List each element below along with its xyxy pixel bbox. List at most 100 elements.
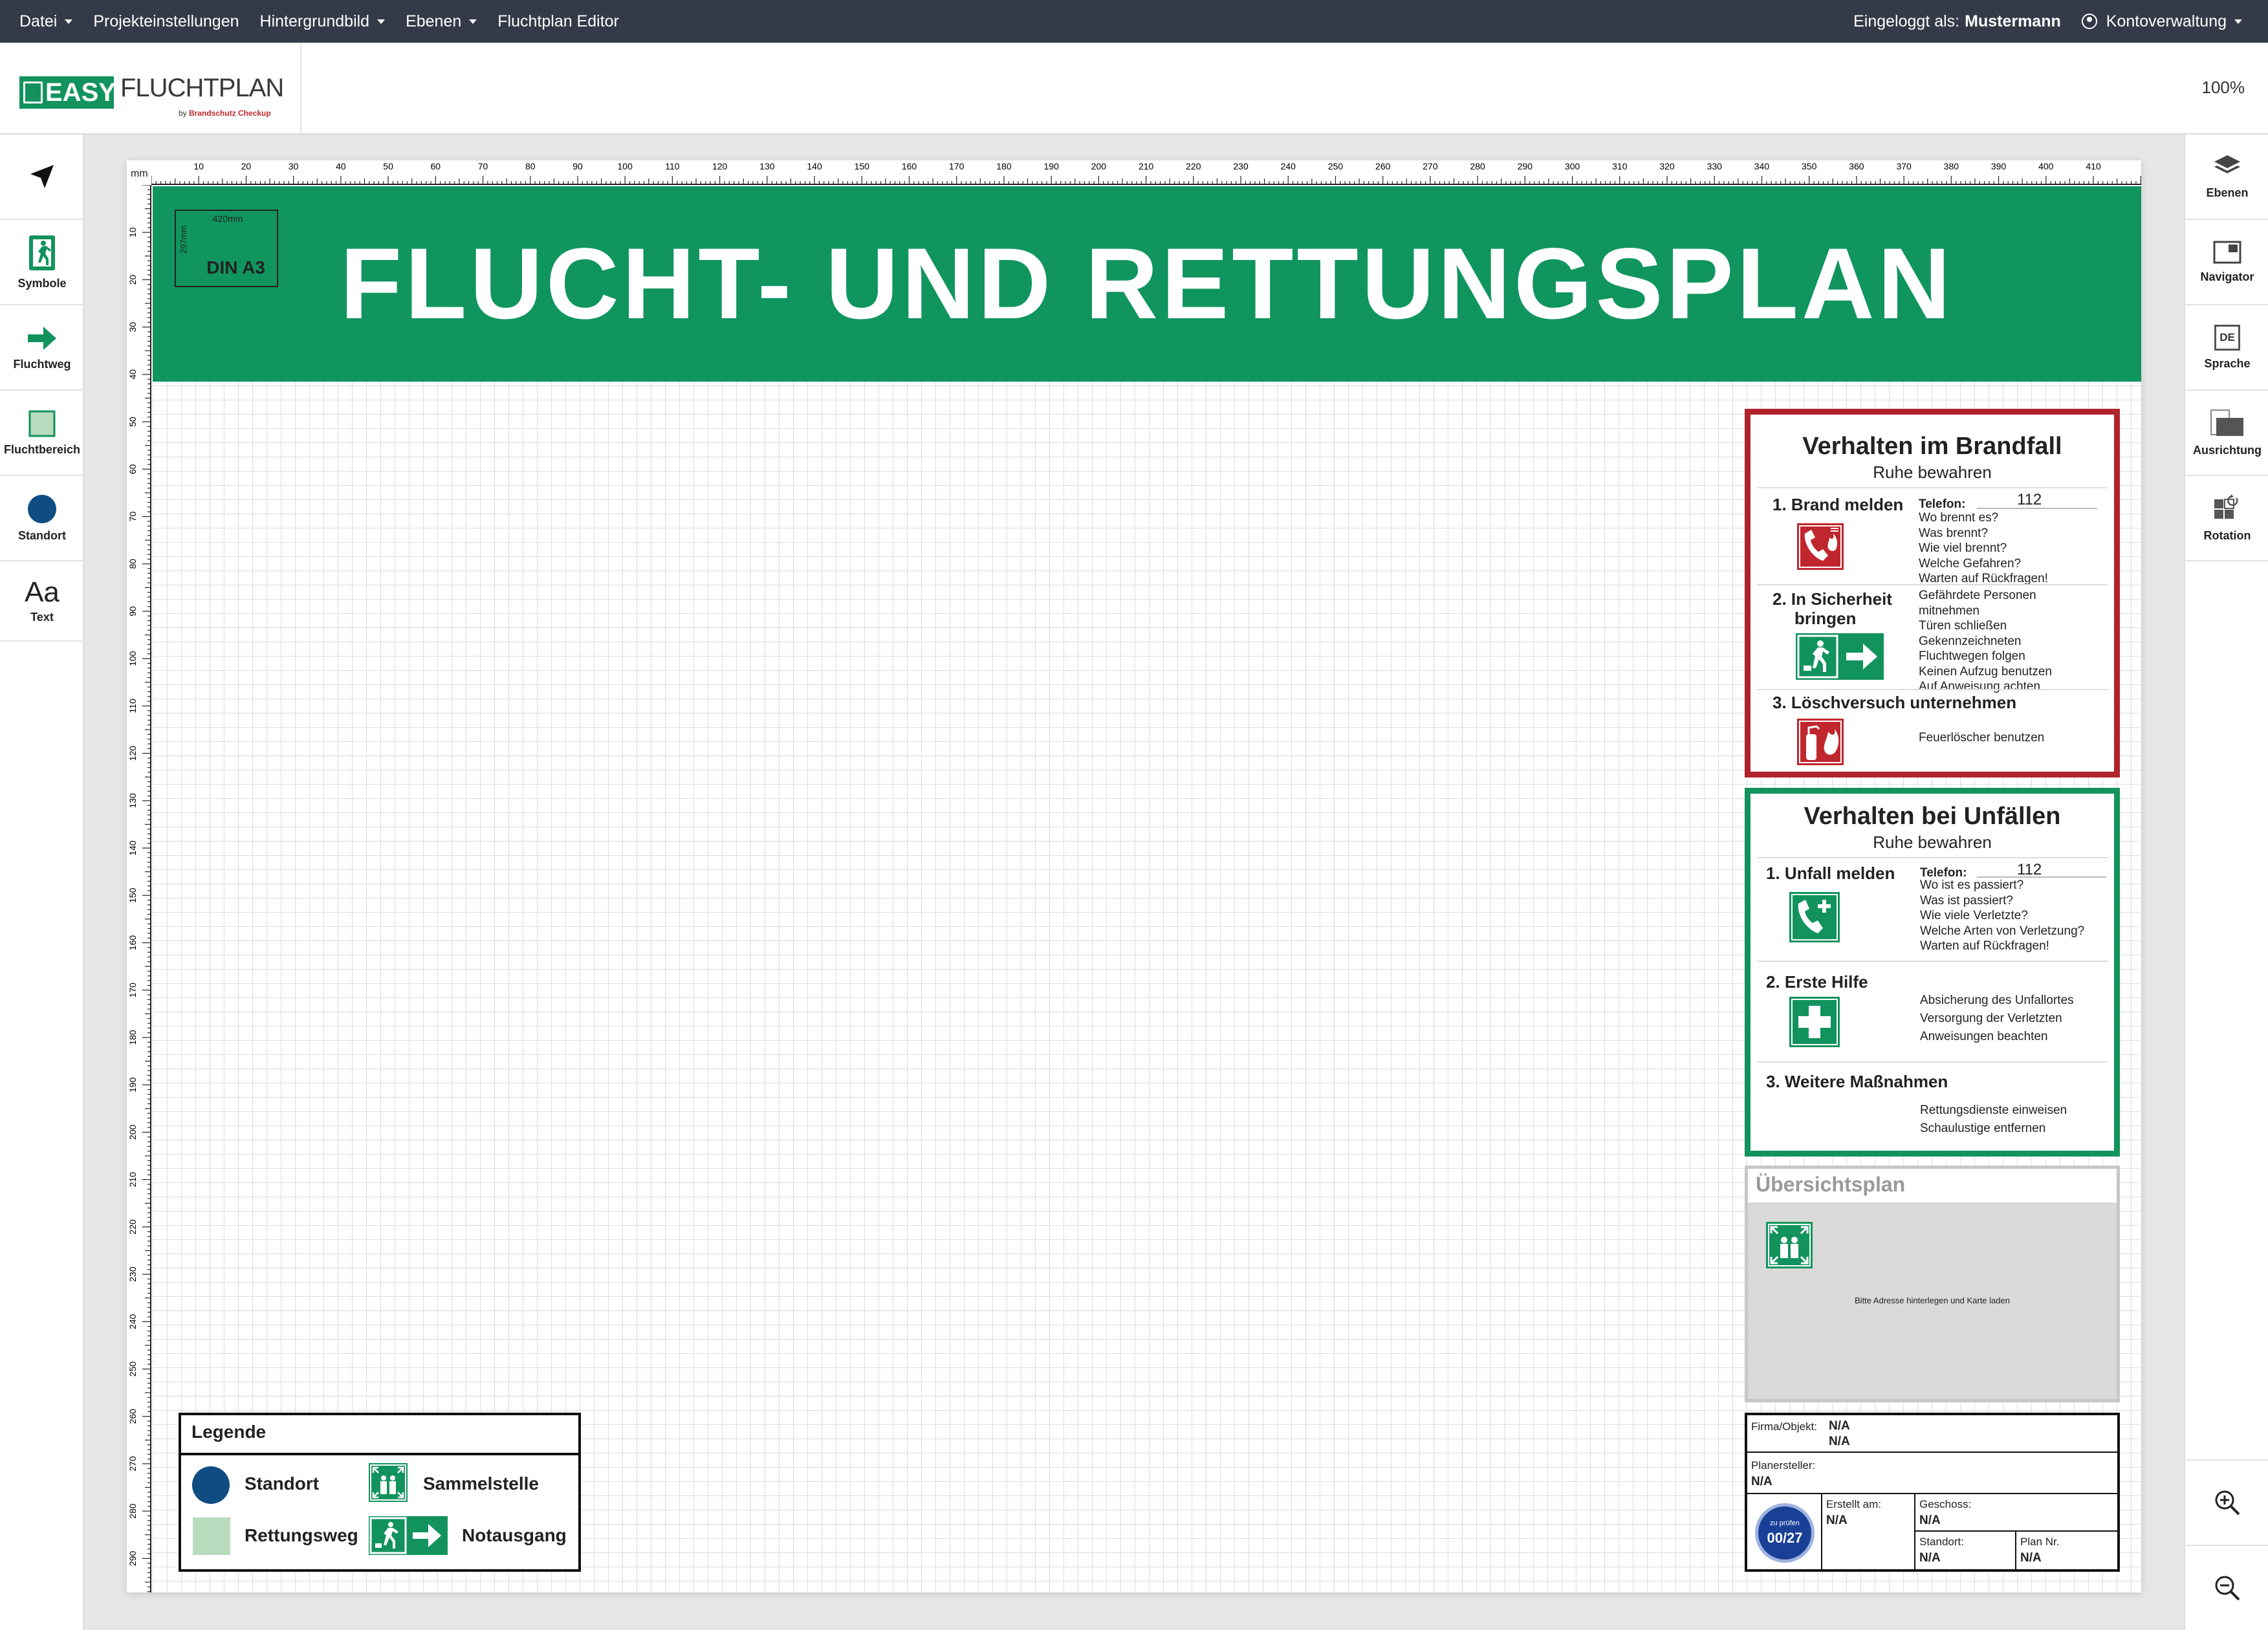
geschoss-value: N/A — [1919, 1514, 1941, 1527]
fire-s1-line: Welche Gefahren? — [1919, 556, 2022, 570]
logo-brand: Brandschutz Checkup — [189, 109, 271, 118]
ruler-label: 250 — [127, 1362, 138, 1377]
panel-ebenen[interactable]: Ebenen — [2185, 135, 2268, 220]
fire-s1-line: Wo brennt es? — [1919, 511, 1999, 525]
divider — [1914, 1493, 1915, 1572]
plan-canvas[interactable]: mm 10 20 30 40 50 60 70 80 90 100 110 120 130 140 150 1… — [127, 160, 2141, 1592]
erstellt-value: N/A — [1826, 1514, 1848, 1527]
emergency-exit-sign-icon — [369, 1516, 448, 1555]
tool-symbole-label: Symbole — [17, 276, 67, 290]
ruler-label: 190 — [127, 1077, 138, 1092]
fire-s3-line: Feuerlöscher benutzen — [1919, 731, 2045, 744]
panel-sprache[interactable]: DE Sprache — [2185, 305, 2268, 391]
ruler-label: 130 — [759, 161, 775, 171]
right-toolbar: Ebenen Navigator DE Sprache Ausrichtung … — [2184, 135, 2268, 1630]
accident-instructions-box[interactable]: Verhalten bei Unfällen Ruhe bewahren 1. … — [1745, 788, 2120, 1157]
ruler-label: 130 — [127, 793, 138, 809]
account-menu[interactable]: Kontoverwaltung — [2106, 12, 2227, 31]
ruler-label: 290 — [127, 1550, 138, 1566]
circle-icon — [28, 494, 56, 523]
fire-s1-line: Wie viel brennt? — [1919, 541, 2007, 555]
fire-step-3-num: 3. — [1772, 693, 1787, 712]
zoom-in-button[interactable] — [2185, 1459, 2268, 1545]
ruler-label: 400 — [2038, 161, 2054, 171]
ruler-label: 390 — [1991, 161, 2007, 171]
tool-symbole[interactable]: Symbole — [0, 220, 84, 305]
logo-easy-badge: EASY — [19, 76, 116, 109]
ruler-label: 360 — [1849, 161, 1864, 171]
divider — [2015, 1530, 2016, 1572]
divider — [1757, 1061, 2108, 1063]
left-toolbar: Symbole Fluchtweg Fluchtbereich Standort… — [0, 135, 84, 1630]
tool-fluchtbereich[interactable]: Fluchtbereich — [0, 391, 84, 476]
ruler-label: 90 — [572, 161, 583, 171]
panel-navigator-label: Navigator — [2200, 270, 2254, 283]
ruler-label: 210 — [1139, 161, 1154, 171]
chevron-down-icon — [469, 19, 477, 24]
fire-step-1: 1. Brand melden — [1772, 495, 1903, 514]
divider — [1757, 857, 2108, 858]
tool-standort[interactable]: Standort — [0, 476, 84, 561]
accident-subtitle: Ruhe bewahren — [1873, 832, 1992, 852]
tool-fluchtweg[interactable]: Fluchtweg — [0, 305, 84, 391]
plannr-label: Plan Nr. — [2020, 1536, 2060, 1548]
accident-step-3: 3. Weitere Maßnahmen — [1766, 1072, 1948, 1091]
divider — [1821, 1493, 1822, 1572]
fire-s2-line: Gefährdete Personen — [1919, 589, 2036, 602]
menu-projekteinstellungen[interactable]: Projekteinstellungen — [93, 12, 239, 31]
fire-step-2-num: 2. — [1772, 589, 1787, 609]
din-format: DIN A3 — [206, 257, 265, 277]
ruler-label: 220 — [1186, 161, 1201, 171]
accident-step-3-details: Rettungsdienste einweisen Schaulustige e… — [1920, 1102, 2067, 1138]
firma-label: Firma/Objekt: — [1751, 1420, 1818, 1433]
fire-s2-line: Türen schließen — [1919, 619, 2007, 633]
legend-box[interactable]: Legende Standort Sammelstelle Rettungswe… — [179, 1413, 581, 1572]
menu-ebenen[interactable]: Ebenen — [406, 12, 477, 31]
accident-step-3-num: 3. — [1766, 1072, 1780, 1091]
ruler-label: 100 — [618, 161, 633, 171]
plan-title-block[interactable]: Firma/Objekt: N/A N/A Planersteller: N/A… — [1745, 1413, 2120, 1572]
standort-value: N/A — [1919, 1551, 1941, 1565]
stamp-date: 00/27 — [1767, 1530, 1803, 1546]
divider — [1757, 961, 2108, 962]
panel-rotation[interactable]: Rotation — [2185, 476, 2268, 561]
overview-map[interactable]: Übersichtsplan Bitte Adresse hinterlegen… — [1745, 1166, 2120, 1402]
fire-extinguisher-icon — [1797, 719, 1844, 765]
menu-fluchtplan-editor[interactable]: Fluchtplan Editor — [497, 12, 619, 31]
panel-ausrichtung[interactable]: Ausrichtung — [2185, 391, 2268, 476]
accident-s2-line: Anweisungen beachten — [1920, 1030, 2048, 1043]
panel-navigator[interactable]: Navigator — [2185, 220, 2268, 305]
tool-select[interactable] — [0, 135, 84, 220]
ruler-label: 120 — [712, 161, 728, 171]
menu-hintergrundbild[interactable]: Hintergrundbild — [260, 12, 386, 31]
accident-step-2-details: Absicherung des Unfallortes Versorgung d… — [1920, 992, 2074, 1046]
ruler-label: 100 — [127, 651, 138, 666]
square-icon — [28, 410, 56, 437]
ruler-label: 180 — [127, 1030, 138, 1045]
accident-step-1: 1. Unfall melden — [1766, 864, 1895, 883]
fire-step-3-label: Löschversuch unternehmen — [1791, 693, 2017, 712]
ruler-label: 140 — [127, 840, 138, 856]
rotation-icon — [2214, 494, 2238, 519]
emergency-exit-icon — [29, 235, 55, 270]
menu-datei[interactable]: Datei — [19, 12, 73, 31]
fire-instructions-box[interactable]: Verhalten im Brandfall Ruhe bewahren 1. … — [1745, 409, 2120, 777]
zoom-out-button[interactable] — [2185, 1545, 2268, 1630]
accident-step-2-num: 2. — [1766, 972, 1780, 992]
plannr-value: N/A — [2020, 1551, 2042, 1565]
ruler-label: 160 — [127, 935, 138, 951]
fire-step-2-line1: In Sicherheit — [1791, 589, 1892, 609]
zoom-level: 100% — [2201, 78, 2245, 97]
ruler-label: 30 — [127, 322, 138, 332]
ruler-label: 80 — [127, 559, 138, 569]
first-aid-telephone-icon — [1789, 892, 1840, 942]
ruler-label: 140 — [807, 161, 822, 171]
fire-step-3-details: Feuerlöscher benutzen — [1919, 730, 2044, 746]
fire-s2-line: Keinen Aufzug benutzen — [1919, 664, 2053, 679]
ruler-label: 170 — [127, 983, 138, 998]
fire-title: Verhalten im Brandfall — [1802, 433, 2062, 460]
ruler-label: 20 — [241, 161, 252, 171]
tool-text[interactable]: Aa Text — [0, 561, 84, 642]
ruler-label: 150 — [855, 161, 870, 171]
panel-ausrichtung-label: Ausrichtung — [2193, 443, 2262, 457]
